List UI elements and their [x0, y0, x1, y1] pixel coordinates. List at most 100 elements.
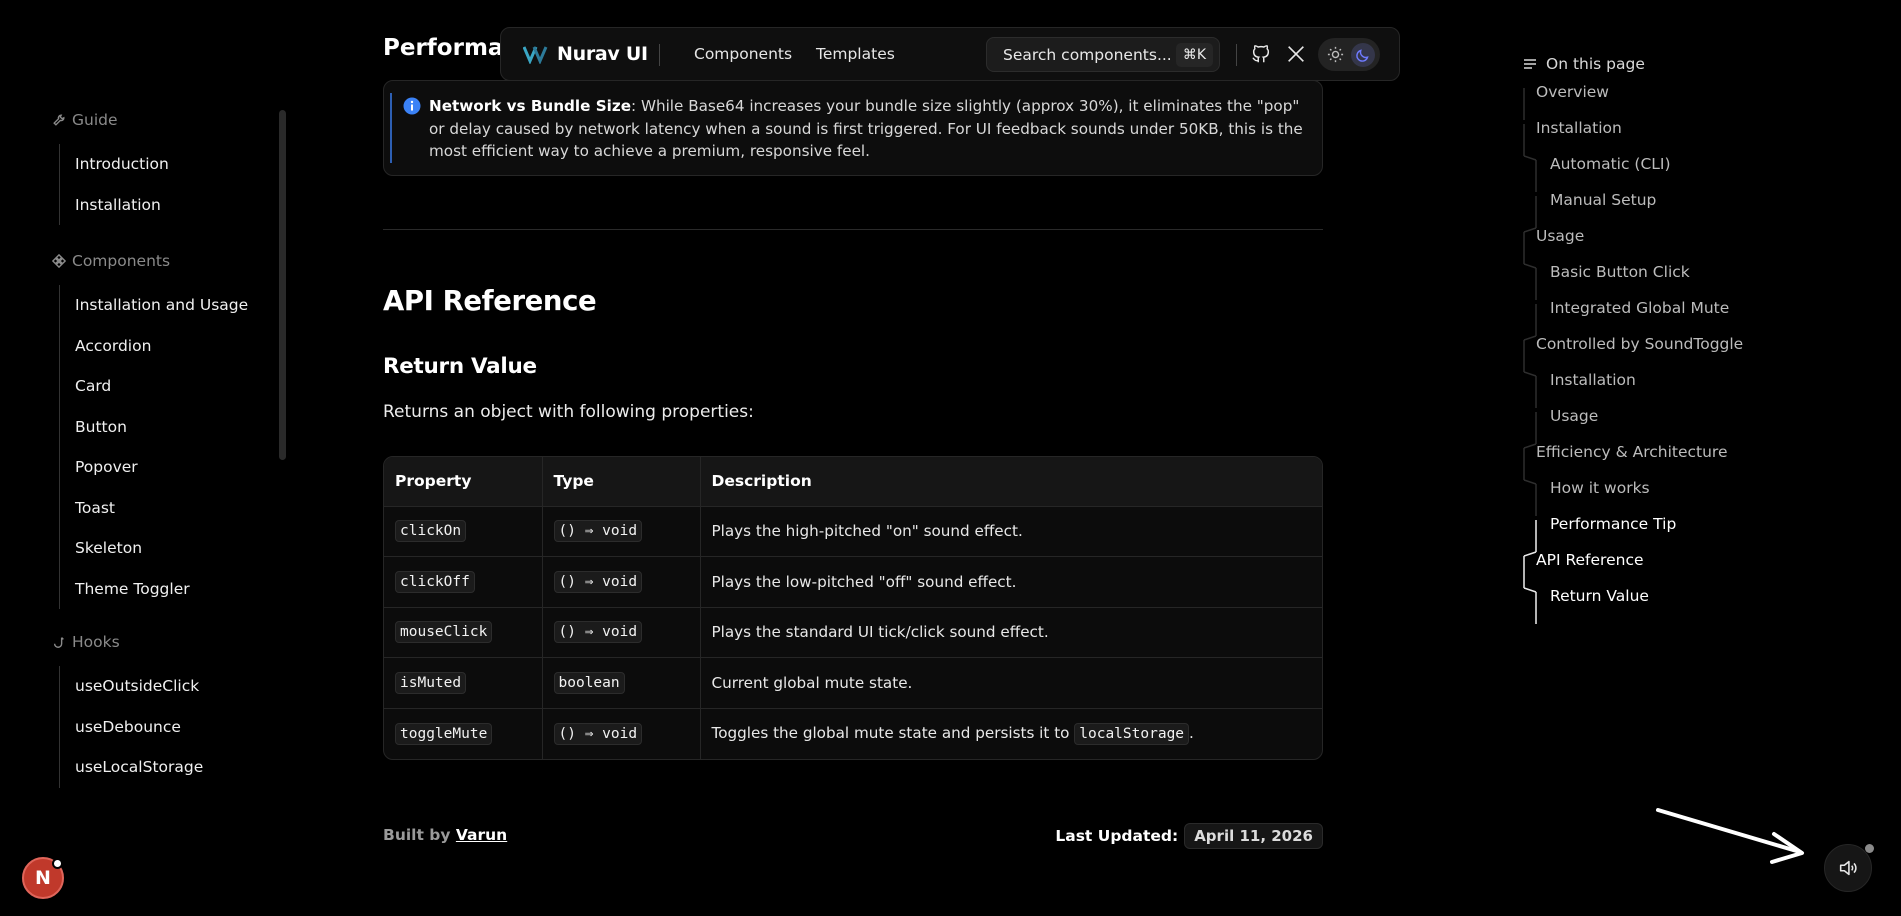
description-text: Toggles the global mute state and persis… — [711, 723, 1070, 742]
sidebar-section-guide: Guide — [52, 110, 118, 130]
last-updated-label: Last Updated: — [1055, 827, 1179, 845]
property-code: isMuted — [395, 671, 467, 694]
localstorage-code: localStorage — [1074, 722, 1190, 745]
nurav-logo-icon — [523, 46, 548, 64]
property-code: clickOn — [395, 520, 467, 543]
sidebar-heading-components: Components — [52, 251, 170, 271]
type-code: () ⇒ void — [553, 722, 643, 745]
sidebar-item-card[interactable]: Card — [60, 366, 248, 407]
top-navbar: Nurav UI Components Templates Search com… — [500, 27, 1400, 81]
property-code: clickOff — [395, 570, 475, 593]
type-code: () ⇒ void — [553, 520, 643, 543]
sidebar-list-components: Installation and Usage Accordion Card Bu… — [59, 285, 248, 609]
description-cell: Plays the standard UI tick/click sound e… — [700, 606, 1322, 658]
toc-item-basic-button-click[interactable]: Basic Button Click — [1550, 263, 1690, 281]
toc-heading: On this page — [1522, 55, 1645, 73]
callout-text: Network vs Bundle Size: While Base64 inc… — [429, 95, 1309, 163]
description-cell: Current global mute state. — [700, 657, 1322, 708]
table-of-contents: On this page Overview Installation Autom… — [1522, 50, 1852, 630]
divider — [383, 229, 1323, 230]
table-header-row: Property Type Description — [384, 457, 1322, 506]
type-code: boolean — [553, 671, 625, 694]
description-cell: Toggles the global mute state and persis… — [700, 707, 1322, 759]
moon-icon — [1356, 49, 1369, 62]
theme-toggle[interactable] — [1318, 38, 1380, 71]
sound-status-dot — [1865, 844, 1874, 853]
type-code: () ⇒ void — [553, 621, 643, 644]
sidebar-item-installation[interactable]: Installation — [60, 185, 169, 226]
description-suffix: . — [1189, 723, 1194, 742]
toc-item-automatic-cli[interactable]: Automatic (CLI) — [1550, 155, 1671, 173]
search-shortcut-badge: ⌘K — [1175, 43, 1213, 67]
sidebar-item-button[interactable]: Button — [60, 407, 248, 448]
toc-item-integrated-global-mute[interactable]: Integrated Global Mute — [1550, 299, 1729, 317]
toc-list-icon — [1524, 59, 1536, 69]
moon-button[interactable] — [1351, 43, 1375, 67]
sidebar-section-components: Components — [52, 251, 170, 271]
nav-link-templates[interactable]: Templates — [816, 45, 895, 63]
brand-name: Nurav UI — [557, 43, 648, 65]
column-header-type: Type — [542, 457, 701, 506]
sidebar-item-uselocalstorage[interactable]: useLocalStorage — [60, 747, 203, 788]
toc-item-performance-tip[interactable]: Performance Tip — [1550, 515, 1676, 533]
toc-item-usage-2[interactable]: Usage — [1550, 407, 1598, 425]
sidebar-item-introduction[interactable]: Introduction — [60, 144, 169, 185]
built-by-label: Built by — [383, 826, 451, 844]
toc-item-api-reference[interactable]: API Reference — [1536, 551, 1644, 569]
table-row: clickOff () ⇒ void Plays the low-pitched… — [384, 556, 1322, 607]
nav-link-components[interactable]: Components — [694, 45, 792, 63]
callout-accent-bar — [390, 93, 392, 163]
toc-item-installation[interactable]: Installation — [1536, 119, 1622, 137]
github-icon[interactable] — [1250, 43, 1272, 65]
x-logo-icon[interactable] — [1285, 43, 1307, 65]
footer-last-updated: Last Updated: April 11, 2026 — [1055, 823, 1323, 849]
brand[interactable]: Nurav UI — [523, 43, 648, 65]
arrow-annotation — [1656, 808, 1804, 864]
return-value-description: Returns an object with following propert… — [383, 402, 754, 422]
property-code: toggleMute — [395, 722, 493, 745]
sidebar-heading-hooks: Hooks — [52, 632, 120, 652]
speaker-icon — [1839, 860, 1857, 876]
sidebar-item-theme-toggler[interactable]: Theme Toggler — [60, 569, 248, 610]
nav-divider — [1236, 44, 1237, 66]
toc-item-return-value[interactable]: Return Value — [1550, 587, 1649, 605]
sidebar-list-guide: Introduction Installation — [59, 144, 169, 225]
sidebar-item-popover[interactable]: Popover — [60, 447, 248, 488]
column-header-property: Property — [384, 457, 543, 506]
main-content: Performanc Network vs Bundle Size: While… — [383, 0, 1323, 916]
sidebar-item-useoutsideclick[interactable]: useOutsideClick — [60, 666, 203, 707]
nav-divider — [659, 44, 660, 66]
sun-icon[interactable] — [1326, 45, 1345, 64]
table-row: clickOn () ⇒ void Plays the high-pitched… — [384, 505, 1322, 557]
sidebar-item-accordion[interactable]: Accordion — [60, 326, 248, 367]
table-row: mouseClick () ⇒ void Plays the standard … — [384, 606, 1322, 658]
last-updated-date: April 11, 2026 — [1184, 823, 1323, 849]
toc-item-usage[interactable]: Usage — [1536, 227, 1584, 245]
wrench-icon — [53, 114, 65, 126]
avatar-letter: N — [35, 867, 51, 889]
toc-item-manual-setup[interactable]: Manual Setup — [1550, 191, 1656, 209]
sidebar-item-toast[interactable]: Toast — [60, 488, 248, 529]
toc-item-overview[interactable]: Overview — [1536, 83, 1609, 101]
api-table: Property Type Description clickOn () ⇒ v… — [383, 456, 1323, 760]
footer-built-by: Built by Varun — [383, 826, 507, 844]
column-header-description: Description — [700, 457, 1322, 506]
sidebar-item-usedebounce[interactable]: useDebounce — [60, 707, 203, 748]
toc-item-controlled-by-soundtoggle[interactable]: Controlled by SoundToggle — [1536, 335, 1743, 353]
table-row: toggleMute () ⇒ void Toggles the global … — [384, 707, 1322, 759]
heading-return-value: Return Value — [383, 354, 537, 379]
callout-title: Network vs Bundle Size — [429, 97, 631, 115]
sidebar-item-skeleton[interactable]: Skeleton — [60, 528, 248, 569]
toc-item-how-it-works[interactable]: How it works — [1550, 479, 1650, 497]
property-code: mouseClick — [395, 621, 493, 644]
sidebar-scrollbar[interactable] — [279, 110, 286, 460]
search-input[interactable]: Search components... ⌘K — [986, 37, 1220, 72]
toc-item-installation-2[interactable]: Installation — [1550, 371, 1636, 389]
sidebar-item-installation-and-usage[interactable]: Installation and Usage — [60, 285, 248, 326]
avatar[interactable]: N — [22, 857, 64, 899]
table-row: isMuted boolean Current global mute stat… — [384, 657, 1322, 708]
sound-toggle-button[interactable] — [1824, 844, 1872, 892]
author-link[interactable]: Varun — [456, 826, 507, 844]
toc-track — [1523, 88, 1537, 624]
toc-item-efficiency-architecture[interactable]: Efficiency & Architecture — [1536, 443, 1728, 461]
